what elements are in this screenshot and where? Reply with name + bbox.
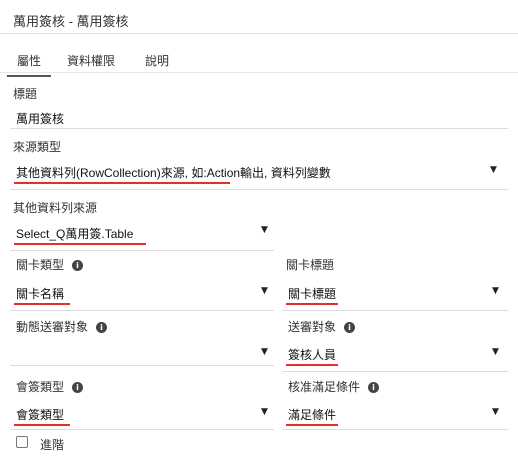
countersign-type-select[interactable]: 會簽類型 <box>16 406 64 423</box>
checkpoint-title-divider <box>282 310 508 311</box>
approval-condition-label: 核准滿足條件 i <box>288 378 380 395</box>
window-title: 萬用簽核 - 萬用簽核 <box>13 14 129 29</box>
info-icon[interactable]: i <box>368 382 380 393</box>
info-icon[interactable]: i <box>72 382 84 393</box>
checkpoint-type-divider <box>10 310 274 311</box>
other-source-underline <box>14 243 146 245</box>
source-type-divider <box>10 189 508 190</box>
checkpoint-type-label: 關卡類型 i <box>16 256 84 273</box>
tab-divider <box>0 72 518 73</box>
other-source-divider <box>10 250 274 251</box>
tab-bar: 屬性 資料權限 說明 <box>0 44 518 77</box>
info-icon[interactable]: i <box>72 260 84 271</box>
other-source-label: 其他資料列來源 <box>13 201 98 215</box>
review-target-divider <box>282 371 508 372</box>
countersign-type-underline <box>14 424 70 426</box>
approval-condition-select[interactable]: 滿足條件 <box>288 406 336 423</box>
checkpoint-title-select[interactable]: 關卡標題 <box>288 285 336 302</box>
caret-down-icon[interactable]: ▼ <box>261 347 268 357</box>
caret-down-icon[interactable]: ▼ <box>261 225 268 235</box>
caret-down-icon[interactable]: ▼ <box>492 286 499 296</box>
countersign-type-label: 會簽類型 i <box>16 378 84 395</box>
source-type-select[interactable]: 其他資料列(RowCollection)來源, 如:Action輸出, 資料列變… <box>16 164 331 181</box>
dynamic-target-label: 動態送審對象 i <box>16 318 108 335</box>
source-type-underline <box>14 182 230 184</box>
other-source-select[interactable]: Select_Q萬用簽.Table <box>16 225 133 242</box>
checkpoint-type-select[interactable]: 關卡名稱 <box>16 285 64 302</box>
approval-condition-underline <box>286 424 338 426</box>
info-icon[interactable]: i <box>96 322 108 333</box>
countersign-type-divider <box>10 429 274 430</box>
title-label: 標題 <box>13 87 38 101</box>
source-type-label: 來源類型 <box>13 140 62 154</box>
review-target-select[interactable]: 簽核人員 <box>288 346 336 363</box>
caret-down-icon[interactable]: ▼ <box>490 165 497 175</box>
review-target-underline <box>286 364 338 366</box>
dynamic-target-divider <box>10 365 274 366</box>
tab-description[interactable]: 說明 <box>145 52 169 69</box>
tab-properties[interactable]: 屬性 <box>6 52 52 77</box>
title-value[interactable]: 萬用簽核 <box>16 110 64 127</box>
checkpoint-title-label: 關卡標題 <box>286 258 335 272</box>
advanced-label[interactable]: 進階 <box>40 436 64 453</box>
info-icon[interactable]: i <box>344 322 356 333</box>
caret-down-icon[interactable]: ▼ <box>492 347 499 357</box>
checkpoint-title-underline <box>286 303 338 305</box>
review-target-label: 送審對象 i <box>288 318 356 335</box>
caret-down-icon[interactable]: ▼ <box>261 286 268 296</box>
checkpoint-type-underline <box>14 303 70 305</box>
window-header: 萬用簽核 - 萬用簽核 <box>0 0 518 34</box>
approval-condition-divider <box>282 429 508 430</box>
caret-down-icon[interactable]: ▼ <box>492 407 499 417</box>
title-divider <box>10 128 508 129</box>
caret-down-icon[interactable]: ▼ <box>261 407 268 417</box>
advanced-checkbox[interactable] <box>16 436 28 448</box>
tab-data-permissions[interactable]: 資料權限 <box>67 52 115 69</box>
